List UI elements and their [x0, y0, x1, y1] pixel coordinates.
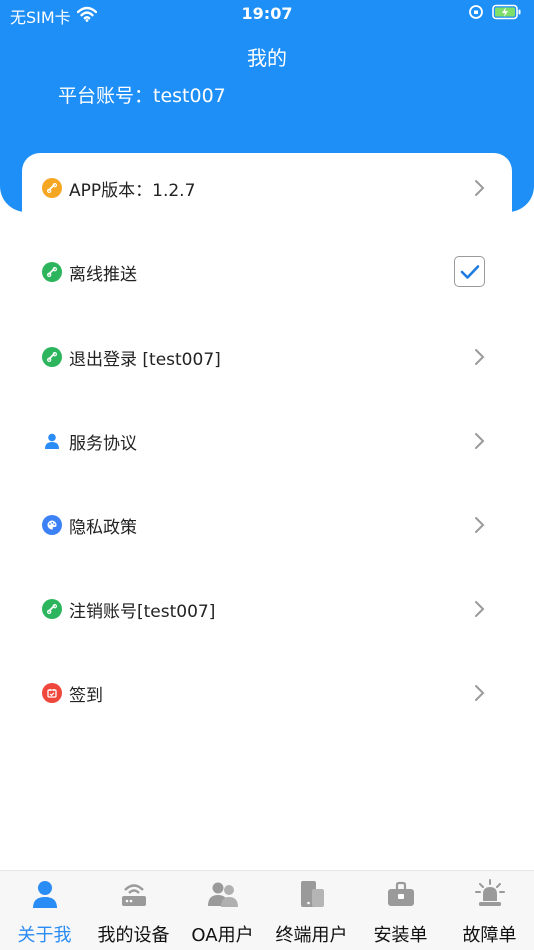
checkmark-icon: [460, 264, 479, 279]
bottom-tab-bar: 关于我 我的设备 OA用户 终端用户 安装单 故障单: [0, 870, 534, 950]
menu-item-privacy-policy[interactable]: 隐私政策: [22, 495, 512, 555]
chevron-right-icon: [473, 599, 487, 619]
tab-my-devices[interactable]: 我的设备: [89, 871, 178, 950]
menu-item-app-version[interactable]: APP版本：1.2.7: [22, 158, 512, 218]
battery-charging-icon: [492, 4, 522, 24]
link-icon: [42, 599, 62, 619]
chevron-right-icon: [473, 347, 487, 367]
account-value: test007: [153, 85, 226, 107]
menu-item-logout[interactable]: 退出登录 [test007]: [22, 327, 512, 387]
tab-label: OA用户: [191, 925, 254, 946]
calendar-icon: [42, 683, 62, 703]
toolbox-icon: [356, 877, 445, 911]
page-title: 我的: [247, 46, 287, 70]
chevron-right-icon: [473, 431, 487, 451]
menu-item-offline-push[interactable]: 离线推送: [22, 242, 512, 302]
link-icon: [42, 262, 62, 282]
tab-install-orders[interactable]: 安装单: [356, 871, 445, 950]
menu-item-label: APP版本：1.2.7: [69, 180, 196, 201]
tab-label: 故障单: [462, 925, 517, 946]
menu-item-label: 离线推送: [69, 264, 137, 285]
devices-icon: [267, 877, 356, 911]
tab-oa-users[interactable]: OA用户: [178, 871, 267, 950]
status-right: [468, 4, 522, 24]
chevron-right-icon: [473, 178, 487, 198]
settings-card: APP版本：1.2.7 离线推送 退出登录 [test007] 服务协议 隐私政…: [22, 153, 512, 873]
link-icon: [42, 178, 62, 198]
tab-label: 关于我: [17, 925, 72, 946]
alarm-icon: [445, 877, 534, 911]
menu-item-label: 退出登录 [test007]: [69, 349, 221, 370]
account-line: 平台账号：test007: [58, 81, 226, 108]
offline-push-checkbox[interactable]: [454, 256, 485, 287]
tab-label: 安装单: [373, 925, 428, 946]
user-icon: [0, 877, 89, 911]
menu-item-label: 服务协议: [69, 433, 137, 454]
person-icon: [42, 431, 62, 451]
menu-item-label: 签到: [69, 685, 103, 706]
tab-terminal-users[interactable]: 终端用户: [267, 871, 356, 950]
menu-item-check-in[interactable]: 签到: [22, 663, 512, 723]
status-bar: 无SIM卡 19:07: [0, 0, 534, 28]
account-label: 平台账号：: [58, 85, 154, 107]
tab-label: 终端用户: [275, 925, 348, 946]
users-icon: [178, 877, 267, 911]
chevron-right-icon: [473, 683, 487, 703]
status-time: 19:07: [241, 4, 293, 23]
tab-label: 我的设备: [97, 925, 170, 946]
menu-item-delete-account[interactable]: 注销账号[test007]: [22, 579, 512, 639]
menu-item-label: 注销账号[test007]: [69, 601, 216, 622]
tab-fault-orders[interactable]: 故障单: [445, 871, 534, 950]
router-icon: [89, 877, 178, 911]
chevron-right-icon: [473, 515, 487, 535]
link-icon: [42, 347, 62, 367]
menu-item-label: 隐私政策: [69, 517, 137, 538]
menu-item-service-agreement[interactable]: 服务协议: [22, 411, 512, 471]
palette-icon: [42, 515, 62, 535]
rotation-lock-icon: [468, 4, 484, 24]
tab-about-me[interactable]: 关于我: [0, 871, 89, 950]
